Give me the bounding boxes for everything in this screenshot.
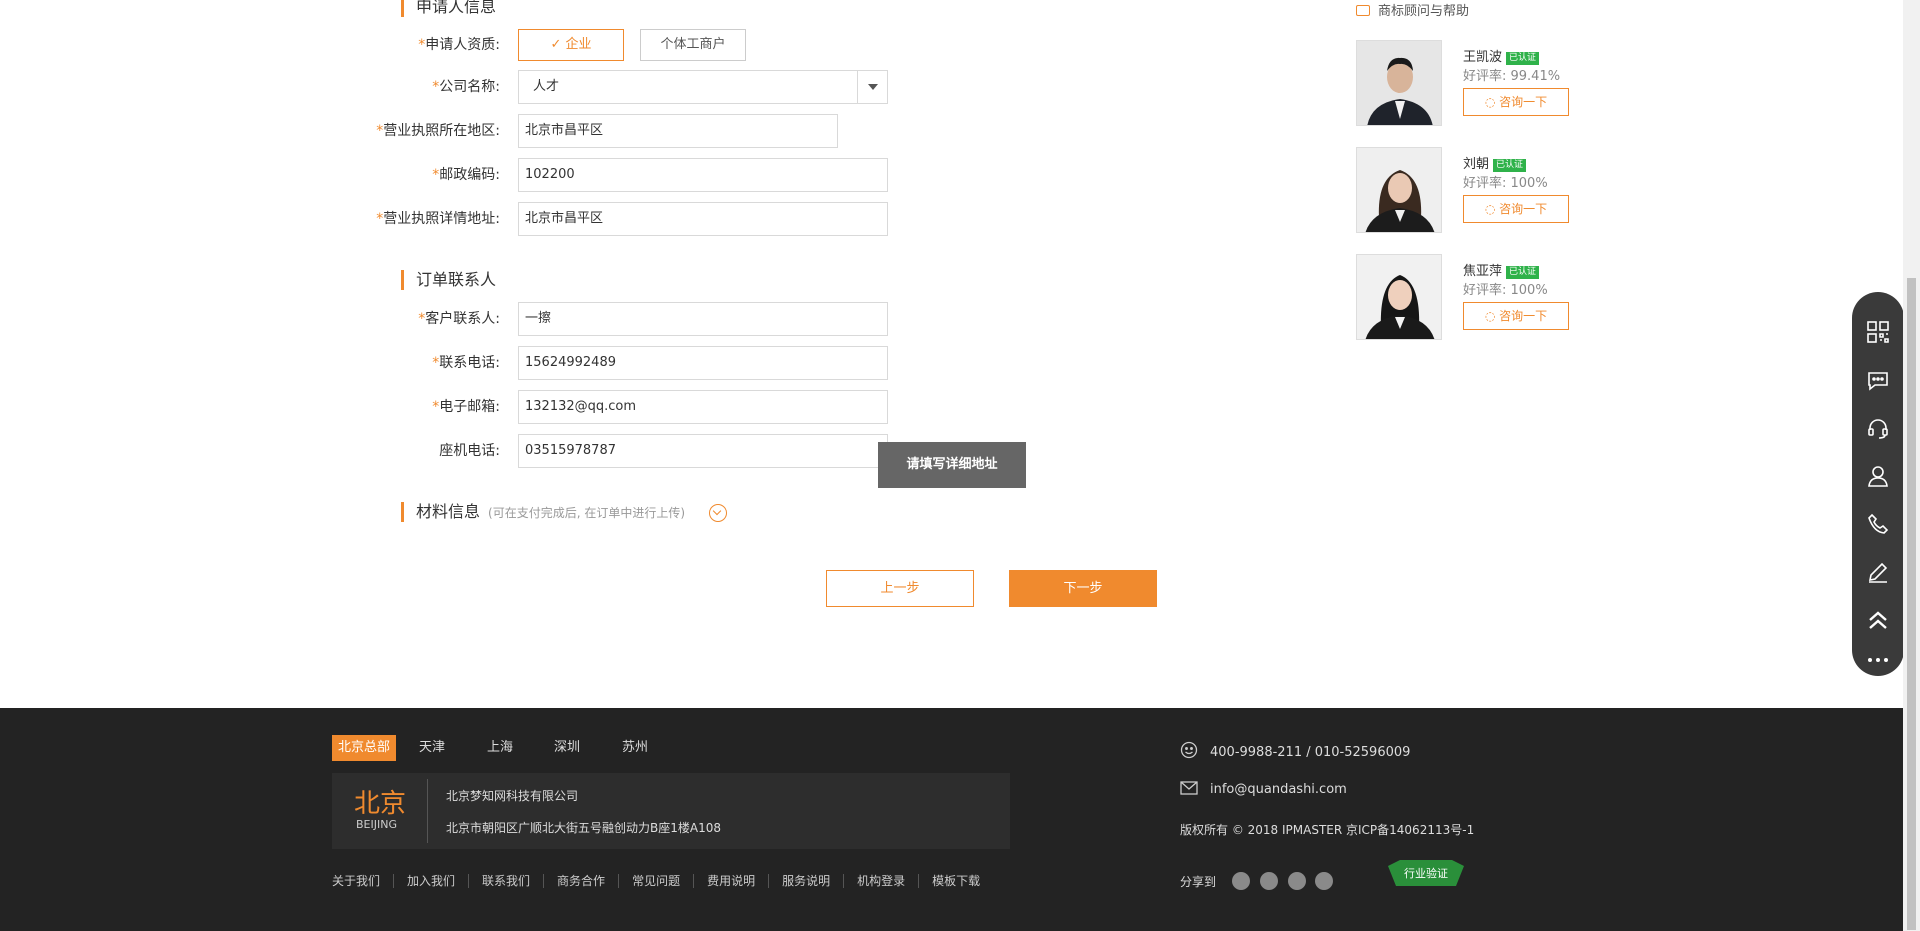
landline-input[interactable]: 03515978787 — [518, 434, 888, 468]
license-address-input[interactable]: 北京市昌平区 — [518, 202, 888, 236]
qualification-option-individual[interactable]: 个体工商户 — [640, 29, 746, 61]
advisor-rating: 好评率: 99.41% — [1463, 69, 1561, 84]
prev-step-button[interactable]: 上一步 — [826, 570, 974, 607]
more-icon[interactable] — [1852, 636, 1904, 684]
qzone-icon[interactable] — [1287, 872, 1306, 890]
advisor-card: 王凯波 已认证 好评率: 99.41% ◌ 咨询一下 — [1356, 40, 1586, 126]
certified-badge: 已认证 — [1506, 52, 1540, 65]
chat-bubble-icon: ◌ — [1484, 95, 1500, 109]
service-phone-icon — [1180, 741, 1198, 759]
footer-links: 关于我们 加入我们 联系我们 商务合作 常见问题 费用说明 服务说明 机构登录 模板下载 — [332, 874, 993, 890]
wechat-icon[interactable] — [1259, 872, 1278, 890]
order-form-page: 申请人信息 *申请人资质: ✓ 企业 个体工商户 *公司名称: 人才 *营业执照… — [0, 0, 1920, 708]
section-title-materials: 材料信息 (可在支付完成后, 在订单中进行上传) — [401, 502, 685, 522]
phone-label: *联系电话: — [432, 355, 500, 371]
footer-link[interactable]: 常见问题 — [618, 874, 693, 888]
certified-badge: 已认证 — [1506, 266, 1540, 279]
divider — [427, 779, 428, 843]
chat-bubble-icon — [1356, 5, 1370, 16]
advisor-photo — [1356, 147, 1442, 233]
copyright: 版权所有 © 2018 IPMASTER 京ICP备14062113号-1 — [1180, 823, 1475, 837]
footer-link[interactable]: 服务说明 — [768, 874, 843, 888]
floating-toolbar — [1852, 292, 1904, 676]
postal-code-label: *邮政编码: — [432, 167, 500, 183]
city-tab-suzhou[interactable]: 苏州 — [622, 735, 648, 761]
chevron-down-icon — [857, 71, 887, 103]
company-name-select[interactable]: 人才 — [518, 70, 888, 104]
city-tab-shenzhen[interactable]: 深圳 — [554, 735, 580, 761]
svg-text:行业验证: 行业验证 — [1404, 866, 1448, 880]
email-label: *电子邮箱: — [432, 399, 500, 415]
phone-input[interactable]: 15624992489 — [518, 346, 888, 380]
footer-link[interactable]: 关于我们 — [332, 874, 393, 888]
chat-bubble-icon: ◌ — [1484, 202, 1500, 216]
user-icon[interactable] — [1852, 452, 1904, 500]
footer-link[interactable]: 联系我们 — [468, 874, 543, 888]
checkmark-icon: ✓ — [550, 37, 566, 52]
consult-button[interactable]: ◌ 咨询一下 — [1463, 302, 1569, 330]
advisor-name: 王凯波 — [1463, 50, 1503, 65]
validation-tooltip: 请填写详细地址 — [878, 442, 1026, 488]
advisor-name: 刘朝 — [1463, 157, 1490, 172]
chat-bubble-icon: ◌ — [1484, 309, 1500, 323]
edit-icon[interactable] — [1852, 548, 1904, 596]
contact-email: info@quandashi.com — [1180, 780, 1347, 797]
advisor-rating: 好评率: 100% — [1463, 176, 1548, 191]
footer-link[interactable]: 模板下载 — [918, 874, 993, 888]
city-tab-beijing[interactable]: 北京总部 — [332, 735, 397, 761]
office-city: 北京 — [354, 789, 407, 819]
advisor-card: 刘朝 已认证 好评率: 100% ◌ 咨询一下 — [1356, 147, 1586, 233]
certified-badge: 已认证 — [1493, 159, 1527, 172]
contact-phone: 400-9988-211 / 010-52596009 — [1180, 741, 1410, 760]
consult-button[interactable]: ◌ 咨询一下 — [1463, 195, 1569, 223]
office-address: 北京市朝阳区广顺北大街五号融创动力B座1楼A108 — [446, 821, 721, 835]
chat-icon[interactable] — [1852, 356, 1904, 404]
email-input[interactable]: 132132@qq.com — [518, 390, 888, 424]
license-region-input[interactable]: 北京市昌平区 — [518, 114, 838, 148]
footer-link[interactable]: 费用说明 — [693, 874, 768, 888]
qualification-label: *申请人资质: — [418, 37, 500, 53]
advisor-photo — [1356, 254, 1442, 340]
customer-contact-label: *客户联系人: — [418, 311, 500, 327]
page-scrollbar[interactable] — [1903, 0, 1920, 931]
section-title-applicant: 申请人信息 — [401, 0, 496, 17]
douban-icon[interactable] — [1315, 872, 1334, 890]
landline-label: 座机电话: — [439, 443, 500, 459]
weibo-icon[interactable] — [1231, 872, 1250, 890]
mail-icon — [1180, 780, 1198, 796]
advisor-card: 焦亚萍 已认证 好评率: 100% ◌ 咨询一下 — [1356, 254, 1586, 340]
advisor-name: 焦亚萍 — [1463, 264, 1503, 279]
company-name-label: *公司名称: — [432, 79, 500, 95]
license-region-label: *营业执照所在地区: — [376, 123, 500, 139]
city-tab-shanghai[interactable]: 上海 — [487, 735, 513, 761]
advisor-rating: 好评率: 100% — [1463, 283, 1548, 298]
phone-icon[interactable] — [1852, 500, 1904, 548]
scrollbar-thumb[interactable] — [1907, 278, 1916, 930]
share-bar: 分享到 — [1180, 872, 1339, 890]
footer-link[interactable]: 机构登录 — [843, 874, 918, 888]
advisor-photo — [1356, 40, 1442, 126]
expand-chevron-icon[interactable] — [709, 504, 727, 522]
license-address-label: *营业执照详情地址: — [376, 211, 500, 227]
section-title-contact: 订单联系人 — [401, 270, 496, 290]
postal-code-input[interactable]: 102200 — [518, 158, 888, 192]
office-city-en: BEIJING — [356, 818, 397, 831]
qualification-option-enterprise[interactable]: ✓ 企业 — [518, 29, 624, 61]
footer: 北京总部 天津 上海 深圳 苏州 北京 BEIJING 北京梦知网科技有限公司 … — [0, 708, 1903, 931]
advisor-panel-title: 商标顾问与帮助 — [1356, 2, 1469, 22]
city-tab-tianjin[interactable]: 天津 — [419, 735, 445, 761]
headset-icon[interactable] — [1852, 404, 1904, 452]
consult-button[interactable]: ◌ 咨询一下 — [1463, 88, 1569, 116]
office-company: 北京梦知网科技有限公司 — [446, 789, 579, 803]
next-step-button[interactable]: 下一步 — [1009, 570, 1157, 607]
industry-verify-badge[interactable]: 行业验证 — [1386, 856, 1466, 890]
customer-contact-input[interactable]: 一擦 — [518, 302, 888, 336]
footer-link[interactable]: 商务合作 — [543, 874, 618, 888]
footer-link[interactable]: 加入我们 — [393, 874, 468, 888]
office-info: 北京 BEIJING 北京梦知网科技有限公司 北京市朝阳区广顺北大街五号融创动力… — [332, 773, 1010, 849]
qrcode-icon[interactable] — [1852, 308, 1904, 356]
